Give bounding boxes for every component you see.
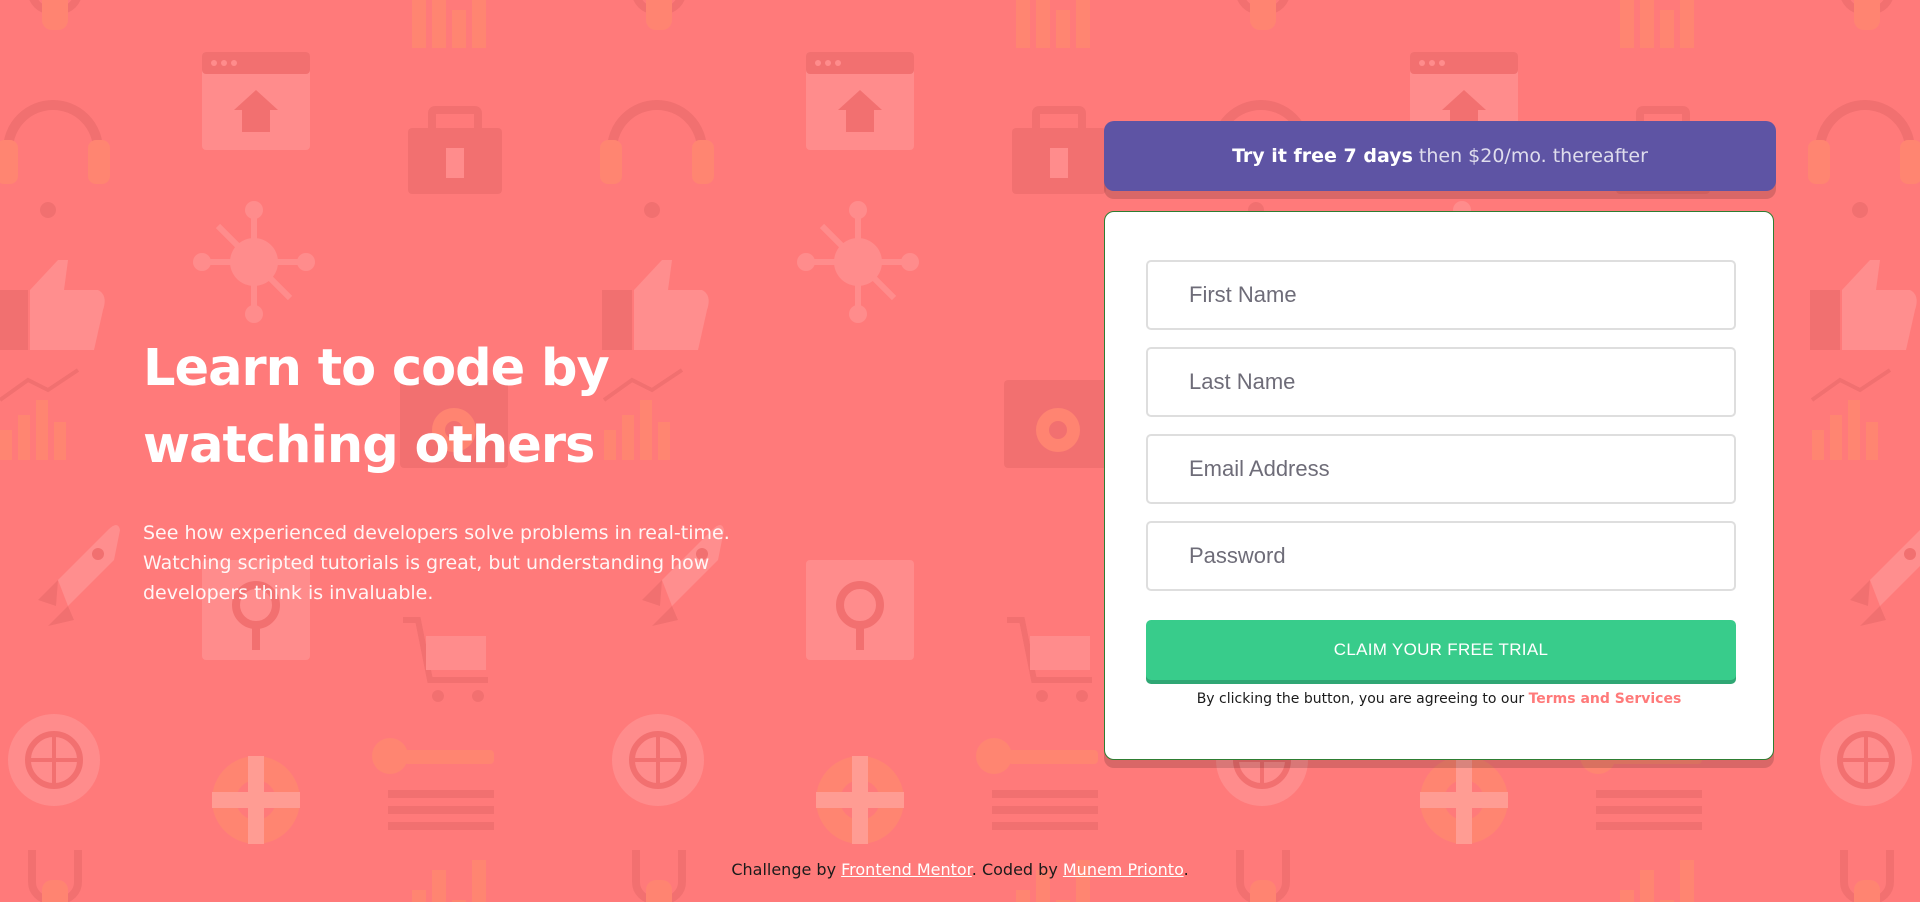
password-field bbox=[1146, 521, 1736, 591]
free-trial-banner: Try it free 7 days then $20/mo. thereaft… bbox=[1104, 121, 1776, 191]
terms-notice: By clicking the button, you are agreeing… bbox=[1105, 691, 1773, 707]
signup-form: CLAIM YOUR FREE TRIAL By clicking the bu… bbox=[1104, 211, 1774, 760]
footer-prefix: Challenge by bbox=[731, 860, 837, 879]
hero-title: Learn to code by watching others bbox=[143, 339, 610, 475]
hero-section: Learn to code by watching others See how… bbox=[143, 330, 783, 608]
claim-free-trial-button[interactable]: CLAIM YOUR FREE TRIAL bbox=[1146, 620, 1736, 680]
promo-pricing: then $20/mo. thereafter bbox=[1418, 145, 1648, 167]
frontend-mentor-link[interactable]: Frontend Mentor bbox=[841, 860, 972, 879]
footer-suffix: . bbox=[1183, 860, 1189, 879]
last-name-field bbox=[1146, 347, 1736, 417]
password-input[interactable] bbox=[1148, 523, 1734, 589]
promo-highlight: Try it free 7 days bbox=[1232, 145, 1413, 167]
first-name-field bbox=[1146, 260, 1736, 330]
author-link[interactable]: Munem Prionto bbox=[1063, 860, 1184, 879]
email-input[interactable] bbox=[1148, 436, 1734, 502]
terms-prefix: By clicking the button, you are agreeing… bbox=[1196, 691, 1525, 707]
last-name-input[interactable] bbox=[1148, 349, 1734, 415]
email-field bbox=[1146, 434, 1736, 504]
terms-link[interactable]: Terms and Services bbox=[1529, 691, 1682, 707]
attribution-footer: Challenge by Frontend Mentor. Coded by M… bbox=[0, 860, 1920, 879]
hero-description: See how experienced developers solve pro… bbox=[143, 522, 730, 604]
first-name-input[interactable] bbox=[1148, 262, 1734, 328]
footer-middle: . Coded by bbox=[971, 860, 1058, 879]
